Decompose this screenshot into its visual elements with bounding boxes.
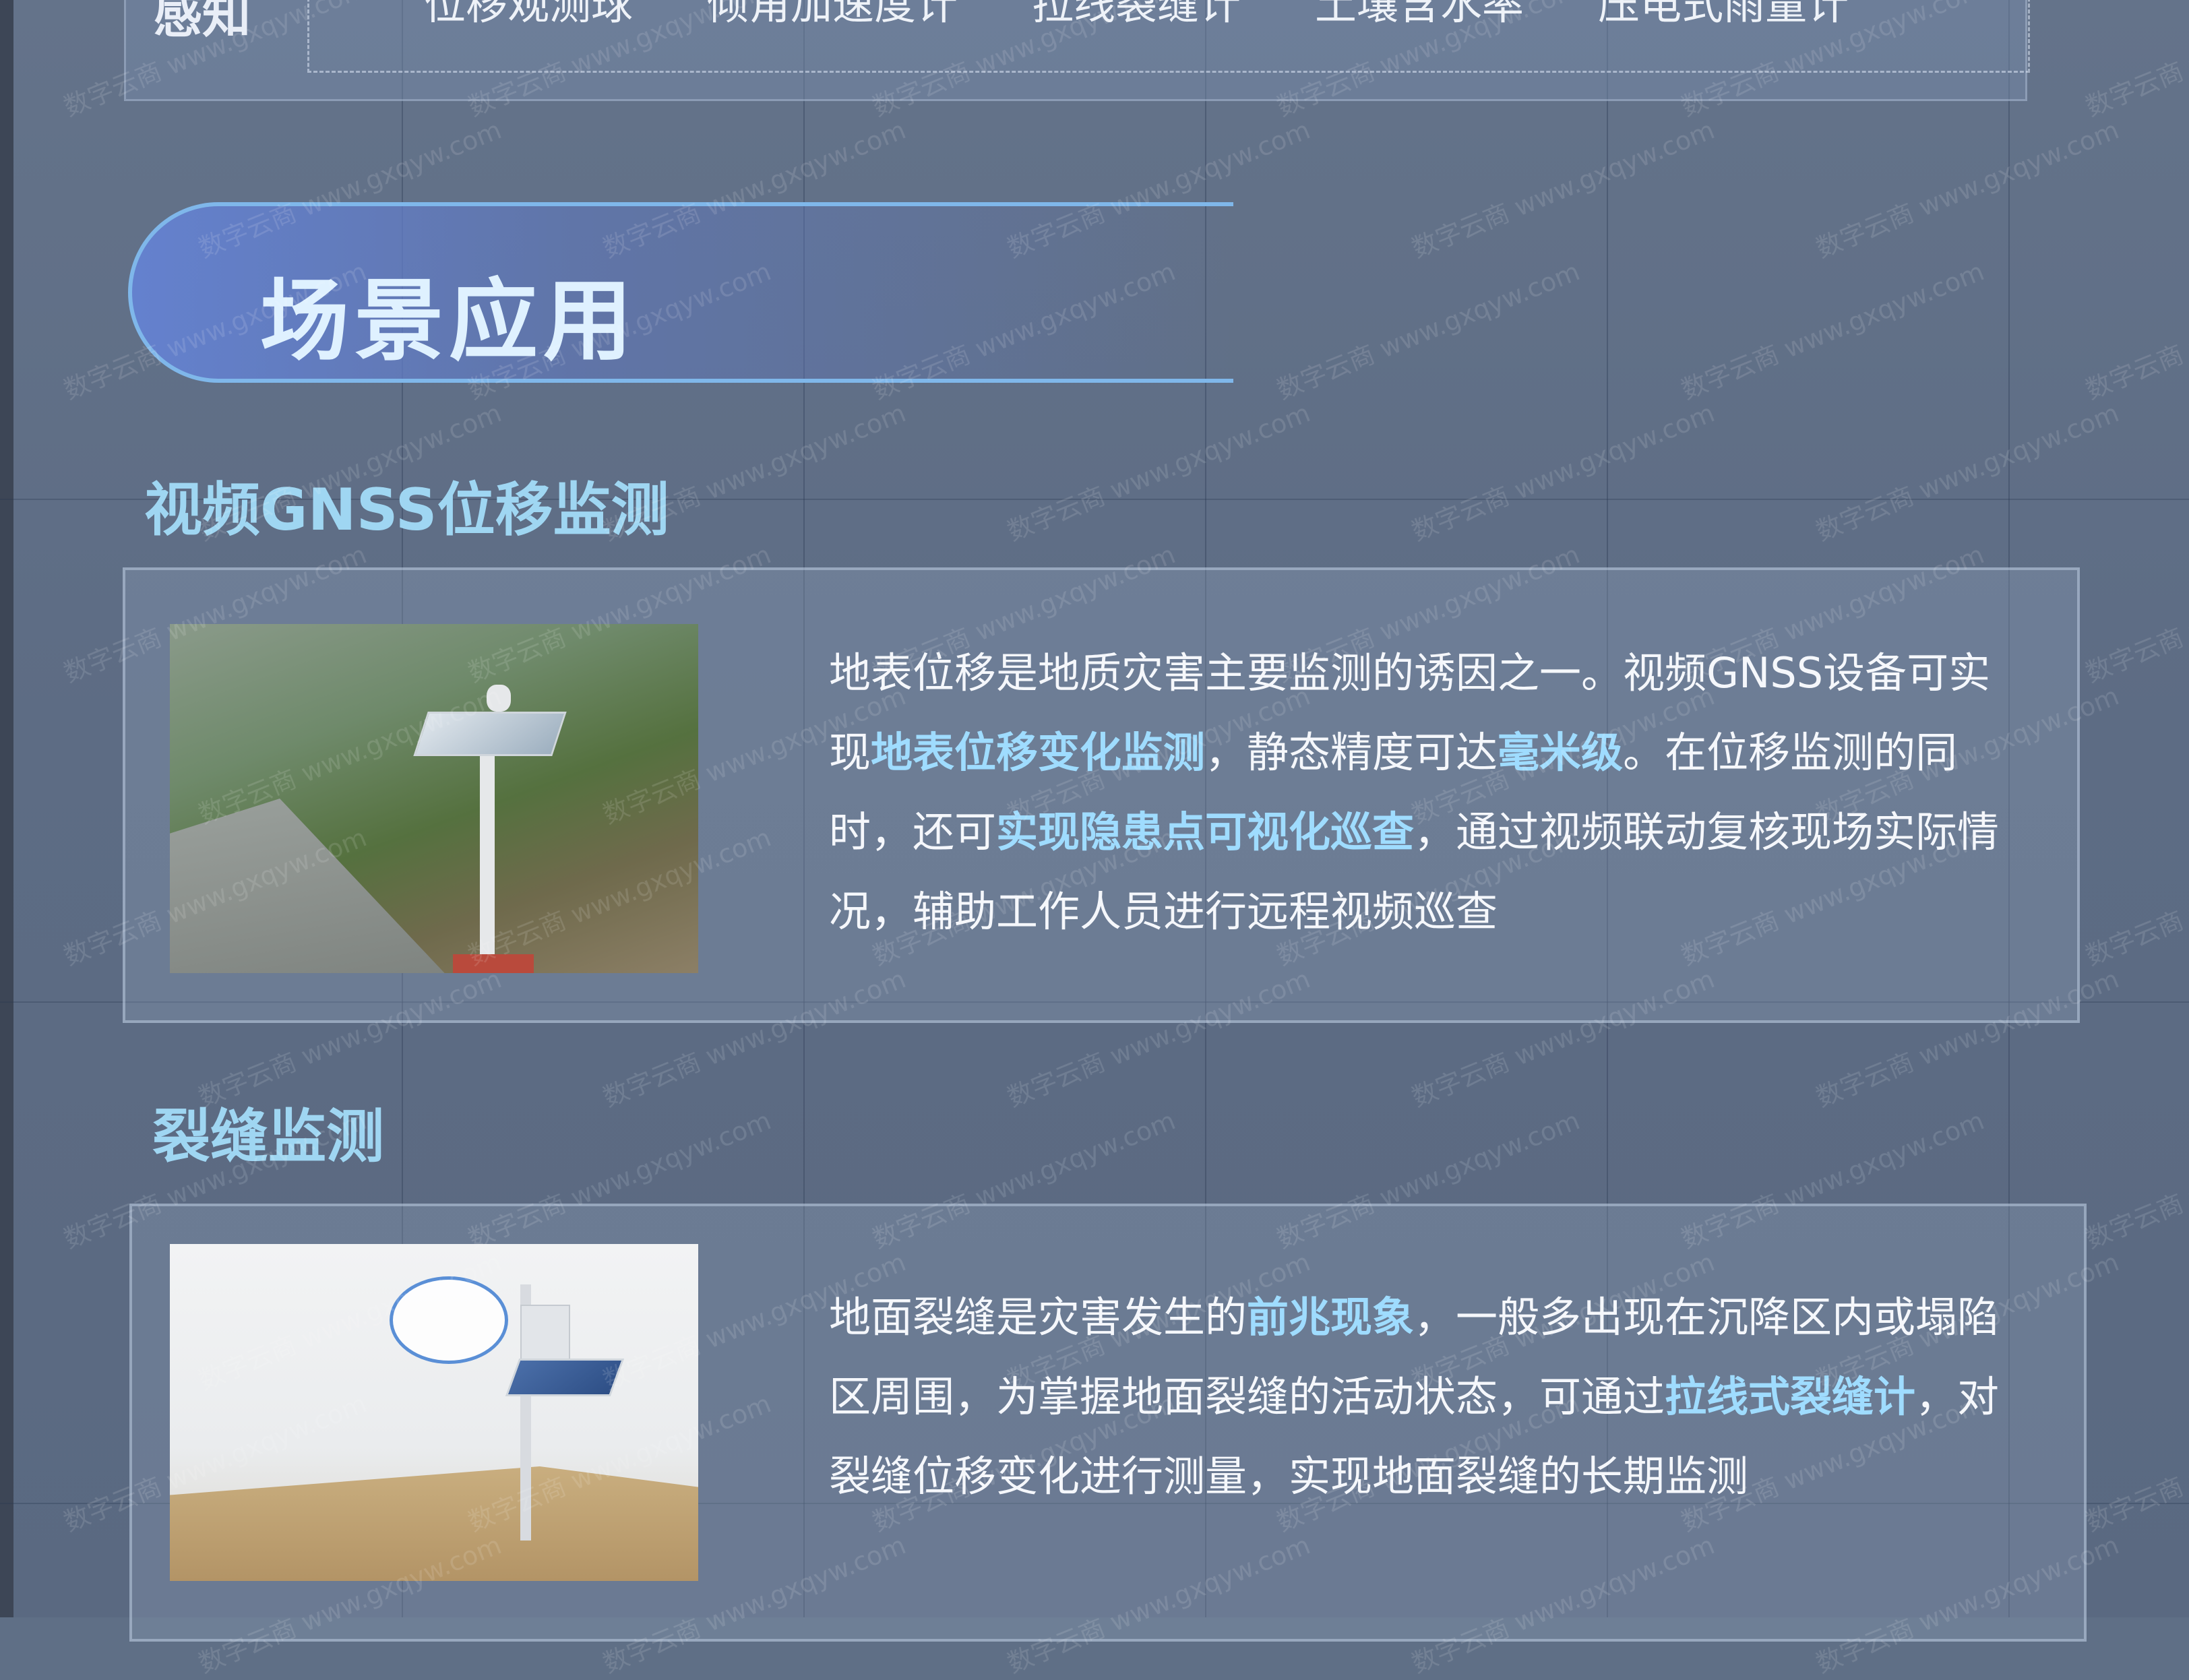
gnss-device-photo xyxy=(170,624,698,973)
device-base xyxy=(453,954,534,973)
zoom-callout-icon xyxy=(390,1276,508,1364)
sensor-list: 位移观测球 倾角加速度计 拉线裂缝计 土壤含水率 压电式雨量计 xyxy=(307,0,2030,73)
highlight-text: 实现隐患点可视化巡查 xyxy=(996,807,1415,857)
highlight-text: 毫米级 xyxy=(1498,728,1624,777)
section-title: 场景应用 xyxy=(260,270,638,373)
crack-description: 地面裂缝是灾害发生的前兆现象，一般多出现在沉降区内或塌陷区周围，为掌握地面裂缝的… xyxy=(829,1278,2002,1516)
block-heading-gnss: 视频GNSS位移监测 xyxy=(144,476,669,544)
sensor-item: 拉线裂缝计 xyxy=(1032,0,1241,29)
text-segment: 地面裂缝是灾害发生的 xyxy=(829,1293,1247,1342)
sensor-item: 压电式雨量计 xyxy=(1598,0,1849,29)
road-shape xyxy=(170,799,445,973)
ground-shape xyxy=(170,1466,698,1581)
gnss-antenna-icon xyxy=(487,685,511,712)
block-heading-crack: 裂缝监测 xyxy=(152,1103,384,1171)
solar-panel-icon xyxy=(505,1359,625,1396)
sensor-item: 位移观测球 xyxy=(424,0,634,29)
highlight-text: 前兆现象 xyxy=(1247,1293,1415,1342)
sensor-item: 土壤含水率 xyxy=(1315,0,1524,29)
left-edge-bar xyxy=(0,0,13,1617)
highlight-text: 地表位移变化监测 xyxy=(871,728,1206,777)
crack-meter-photo xyxy=(170,1244,698,1581)
text-segment: ，静态精度可达 xyxy=(1205,728,1498,777)
sensor-item: 倾角加速度计 xyxy=(707,0,958,29)
highlight-text: 拉线式裂缝计 xyxy=(1665,1372,1916,1421)
solar-panel-icon xyxy=(413,712,567,756)
gnss-description: 地表位移是地质灾害主要监测的诱因之一。视频GNSS设备可实现地表位移变化监测，静… xyxy=(829,633,2002,952)
sensor-strip-label: 感知 xyxy=(154,0,251,44)
